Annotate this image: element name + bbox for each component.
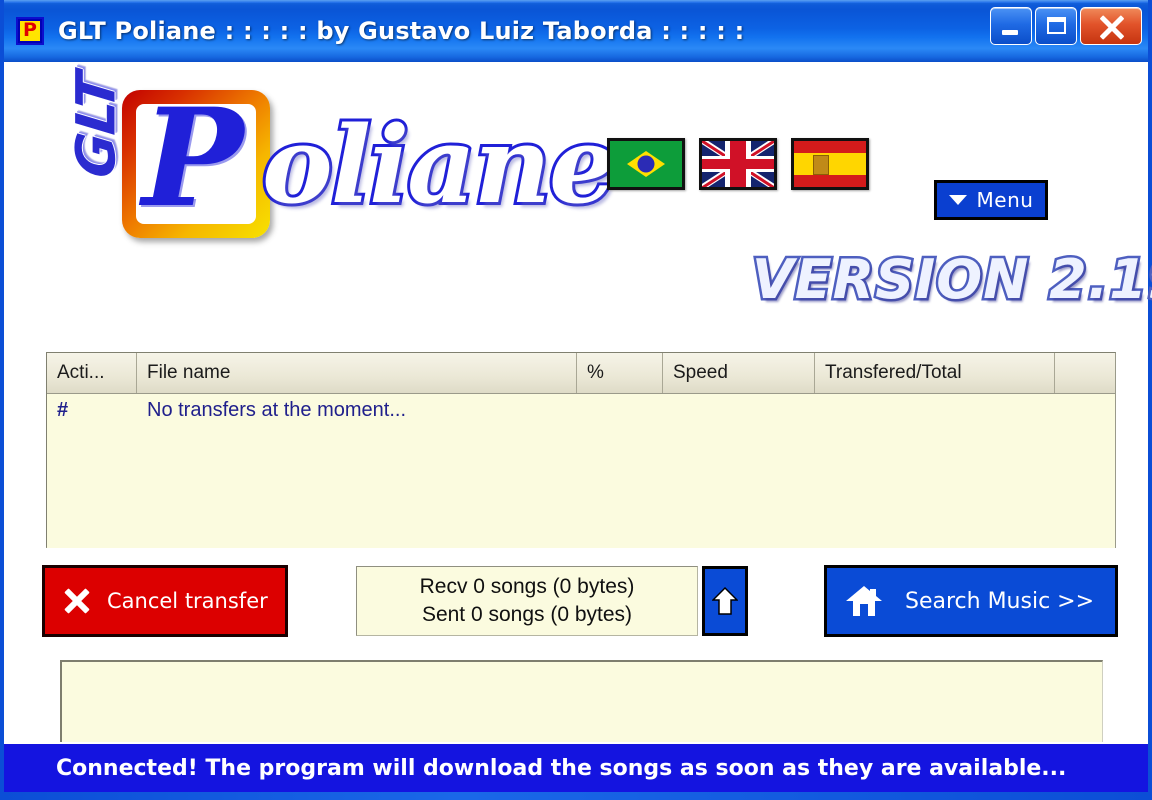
poliane-app-icon [16, 17, 44, 45]
column-header-file-name[interactable]: File name [137, 353, 577, 393]
maximize-button[interactable] [1035, 7, 1077, 45]
brand-logo: GLT oliane [34, 70, 619, 257]
close-button[interactable] [1080, 7, 1142, 45]
language-flags [607, 138, 869, 190]
cancel-transfer-label: Cancel transfer [107, 589, 268, 613]
status-bar: Connected! The program will download the… [4, 742, 1148, 792]
application-window: GLT Poliane : : : : : by Gustavo Luiz Ta… [0, 0, 1152, 800]
window-title: GLT Poliane : : : : : by Gustavo Luiz Ta… [58, 17, 745, 45]
table-row[interactable]: # No transfers at the moment... [47, 394, 1115, 426]
column-header-action[interactable]: Acti... [47, 353, 137, 393]
search-music-label: Search Music >> [905, 588, 1095, 614]
client-area: GLT oliane Menu [4, 62, 1152, 792]
search-music-button[interactable]: Search Music >> [824, 565, 1118, 637]
title-bar: GLT Poliane : : : : : by Gustavo Luiz Ta… [4, 0, 1148, 62]
version-label: VERSION 2.19 [749, 246, 1152, 314]
menu-button-label: Menu [976, 188, 1034, 212]
logo-p-badge [122, 90, 270, 238]
minimize-icon [1002, 30, 1018, 35]
chevron-down-icon [948, 195, 967, 205]
stats-received: Recv 0 songs (0 bytes) [419, 575, 635, 598]
flag-uk[interactable] [699, 138, 777, 190]
minimize-button[interactable] [990, 7, 1032, 45]
transfers-list: Acti... File name % Speed Transfered/Tot… [46, 352, 1116, 548]
upload-button[interactable] [702, 566, 748, 636]
maximize-icon [1047, 17, 1066, 34]
row-action: # [57, 398, 69, 421]
stats-sent: Sent 0 songs (0 bytes) [421, 603, 633, 626]
transfers-body: # No transfers at the moment... [47, 394, 1115, 548]
column-header-speed[interactable]: Speed [663, 353, 815, 393]
window-controls [990, 7, 1142, 45]
flag-spain[interactable] [791, 138, 869, 190]
logo-glt-text: GLT [64, 70, 128, 181]
transfer-stats-panel: Recv 0 songs (0 bytes) Sent 0 songs (0 b… [356, 566, 698, 636]
logo-oliane-text: oliane [259, 99, 619, 230]
column-header-percent[interactable]: % [577, 353, 663, 393]
flag-brazil[interactable] [607, 138, 685, 190]
transfers-header-row: Acti... File name % Speed Transfered/Tot… [47, 353, 1115, 394]
row-file-name: No transfers at the moment... [147, 398, 406, 421]
home-icon [846, 586, 882, 616]
menu-button[interactable]: Menu [934, 180, 1048, 220]
cancel-transfer-button[interactable]: Cancel transfer [42, 565, 288, 637]
arrow-up-icon [712, 586, 738, 615]
x-icon [63, 587, 91, 615]
column-header-transfered-total[interactable]: Transfered/Total [815, 353, 1055, 393]
status-message: Connected! The program will download the… [56, 755, 1067, 781]
column-header-extra[interactable] [1055, 353, 1115, 393]
